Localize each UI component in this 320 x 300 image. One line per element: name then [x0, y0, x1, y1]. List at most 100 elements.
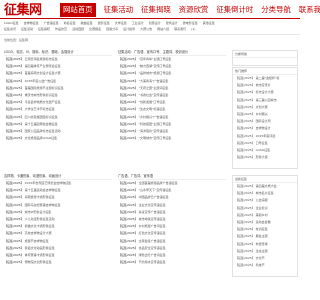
sidebar-item-title[interactable]: 运动会会徽 — [256, 220, 271, 224]
list-item-title[interactable]: "山水甲天下"宣传语征集 — [139, 188, 172, 192]
sidebar-item-title[interactable]: 企业标识 — [256, 206, 268, 210]
list-item-title[interactable]: 旅游节吉祥物征集 — [25, 239, 49, 243]
sidebar-item-title[interactable]: 科技节 — [256, 263, 265, 267]
subnav-link[interactable]: 网站介绍 — [157, 27, 169, 32]
list-item-title[interactable]: 第四届体育产业博览会征集 — [25, 64, 61, 68]
list-item[interactable]: 【征集2025】少儿动漫形象征集活动 — [4, 216, 112, 223]
list-item-title[interactable]: "百年商埠"主题口号征集 — [139, 57, 172, 61]
list-item-title[interactable]: "书香社会"宣传语征集 — [139, 93, 169, 97]
nav-item-countdown[interactable]: 征集倒计时 — [216, 3, 253, 17]
list-item[interactable]: 【征集2025】"乡村振兴"广告语征集 — [118, 114, 226, 121]
list-item-title[interactable]: 国际马拉松赛事吉祥物征集 — [25, 203, 61, 207]
list-item-title[interactable]: 大学生艺术节标志征集 — [25, 107, 55, 111]
list-item-title[interactable]: 海南旅游卡通形象征集 — [25, 195, 55, 199]
list-item-title[interactable]: "乡村振兴"广告语征集 — [139, 115, 169, 119]
subnav-link[interactable]: 设计指导 — [123, 27, 135, 32]
sidebar-item-title[interactable]: 生态主题 — [256, 249, 268, 253]
list-item[interactable]: 【征集2025】绿色出行广告词征集 — [118, 252, 226, 259]
list-item-title[interactable]: "大美青海"广告语征集 — [139, 79, 169, 83]
subnav-link[interactable]: 征集揭晓 — [38, 27, 50, 32]
nav-item-results[interactable]: 征集揭晓 — [141, 3, 171, 17]
list-item-title[interactable]: 第十五届园博会会徽征集 — [25, 122, 58, 126]
sidebar-item-title[interactable]: 美丽乡村 — [256, 213, 268, 217]
list-item[interactable]: 【征集2025】2025年度公益广告征集 — [4, 78, 112, 85]
list-item[interactable]: 【征集2025】国际马拉松赛事吉祥物征集 — [4, 202, 112, 209]
list-item[interactable]: 【征集2025】节约用水宣传语征集 — [118, 259, 226, 266]
list-item-title[interactable]: 禁毒宣传广告语征集 — [139, 210, 166, 214]
subnav-link[interactable]: 征集活动 — [21, 27, 33, 32]
list-item-title[interactable]: "文明城市"宣传口号征集 — [139, 136, 172, 140]
list-item[interactable]: 【征集2025】云南普洱县旅游标志征集 — [4, 56, 112, 63]
sidebar-item[interactable]: 【征集2025】企业标识 — [233, 205, 297, 212]
list-item-title[interactable]: 城市IP形象设计征集 — [25, 210, 52, 214]
subnav-link[interactable]: 微电影征集 — [183, 21, 198, 26]
sidebar-item[interactable]: 【征集2025】生态主题 — [233, 248, 297, 255]
list-item[interactable]: 【征集2025】第四届体育产业博览会征集 — [4, 63, 112, 70]
list-item[interactable]: 【征集2025】文化旅游品牌LOGO征集 — [4, 135, 112, 142]
sidebar-item[interactable]: 【征集2025】标志设计大赛 — [233, 89, 297, 96]
list-item[interactable]: 【征集2025】企业文化宣传语征集 — [118, 202, 226, 209]
subnav-link[interactable]: 其他征集 — [203, 21, 215, 26]
nav-item-contact[interactable]: 联系我们 — [299, 3, 320, 17]
list-item-title[interactable]: 食品安全宣传语征集 — [139, 246, 166, 250]
list-item[interactable]: 【征集2025】"魅力西湖"宣传口号征集 — [118, 63, 226, 70]
list-item-title[interactable]: 2025年度公益广告征集 — [25, 79, 57, 83]
sidebar-item-title[interactable]: 吉祥物设计 — [256, 126, 271, 130]
list-item[interactable]: 【征集2025】"天府之国"主题词征集 — [118, 85, 226, 92]
nav-item-categories[interactable]: 分类导航 — [261, 3, 291, 17]
sidebar-item-title[interactable]: 展会主题 — [256, 234, 268, 238]
subnav-link[interactable]: 大赛公告 — [140, 27, 152, 32]
sidebar-item[interactable]: 【征集2025】城市宣传片 — [233, 82, 297, 89]
sidebar-item-title[interactable]: 标志设计大赛 — [256, 90, 274, 94]
list-item-title[interactable]: 节约用水宣传语征集 — [139, 260, 166, 264]
list-item-title[interactable]: "海洋强省"宣传语征集 — [139, 129, 169, 133]
site-logo[interactable]: 征集网 — [4, 3, 59, 19]
sidebar-item-title[interactable]: 乡村振兴 — [256, 112, 268, 116]
subnav-link[interactable]: 工业设计 — [132, 21, 144, 26]
subnav-link[interactable]: 比赛报名 — [89, 27, 101, 32]
list-item[interactable]: 【征集2025】高校吉祥物设计大赛 — [4, 230, 112, 237]
subnav-link[interactable]: 建筑设计 — [166, 21, 178, 26]
sidebar-item-title[interactable]: LOGO征集 — [256, 148, 271, 152]
list-item[interactable]: 【征集2025】博物馆文创形象征集 — [4, 259, 112, 266]
list-item-title[interactable]: 高校吉祥物设计大赛 — [25, 231, 52, 235]
subnav-link[interactable]: 命名征集 — [64, 21, 76, 26]
list-item-title[interactable]: 企业文化宣传语征集 — [139, 203, 166, 207]
sidebar-item[interactable]: 【征集2025】城市名片征集 — [233, 190, 297, 197]
nav-item-gallery[interactable]: 资源欣赏 — [179, 3, 209, 17]
subnav-link[interactable]: 创意设计 — [149, 21, 161, 26]
list-item[interactable]: 【征集2025】"大美青海"广告语征集 — [118, 78, 226, 85]
list-item[interactable]: 【征集2025】首届海南文创设计征集大赛 — [4, 70, 112, 77]
sidebar-item-title[interactable]: 第三届公园城市 — [256, 98, 277, 102]
list-item[interactable]: 【征集2025】中国品牌日广告语征集 — [118, 194, 226, 201]
subnav-link[interactable]: 广告语征集 — [44, 21, 59, 26]
list-item-title[interactable]: "天府之国"主题词征集 — [139, 86, 169, 90]
list-item[interactable]: 【征集2025】红色文化宣传语征集 — [118, 230, 226, 237]
list-item[interactable]: 【征集2025】旅游节吉祥物征集 — [4, 238, 112, 245]
subnav-link[interactable]: 作品欣赏 — [55, 27, 67, 32]
sidebar-item-title[interactable]: 第二届"金桂杯"奖 — [256, 76, 280, 80]
sidebar-item[interactable]: 【征集2025】吉祥物设计 — [233, 125, 297, 132]
list-item[interactable]: 【征集2025】第十五届园博会会徽征集 — [4, 121, 112, 128]
list-item[interactable]: 【征集2025】首届国际旅游节主题标识征集 — [4, 85, 112, 92]
sidebar-item[interactable]: 【征集2025】校训征集 — [233, 226, 297, 233]
sidebar-item[interactable]: 【征集2025】科技节 — [233, 262, 297, 269]
list-item[interactable]: 【征集2025】全民健身广告语征集 — [118, 238, 226, 245]
list-item[interactable]: 【征集2025】"海洋强省"宣传语征集 — [118, 128, 226, 135]
subnav-link[interactable]: (1) — [191, 27, 195, 32]
sidebar-item-title[interactable]: 文创大赛 — [256, 105, 268, 109]
sidebar-item[interactable]: 【征集2025】展会主题 — [233, 233, 297, 240]
sidebar-item[interactable]: 【征集2025】非遗传承 — [233, 241, 297, 248]
subnav-link[interactable]: 征集资讯 — [4, 27, 16, 32]
list-item-title[interactable]: 体育赛事卡通形象征集 — [25, 253, 55, 257]
sidebar-item-title[interactable]: 国际设计周 — [256, 119, 271, 123]
list-item-title[interactable]: 中国品牌日广告语征集 — [139, 195, 169, 199]
list-item[interactable]: 【征集2025】2025年世界园艺博览会吉祥物征集 — [4, 180, 112, 187]
list-item[interactable]: 【征集2025】城市IP形象设计征集 — [4, 209, 112, 216]
list-item-title[interactable]: 红色文化宣传语征集 — [139, 231, 166, 235]
list-item-title[interactable]: 2025年世界园艺博览会吉祥物征集 — [25, 181, 72, 185]
sidebar-item-title[interactable]: 非遗传承 — [256, 242, 268, 246]
sidebar-item[interactable]: 【征集2025】国际设计周 — [233, 118, 297, 125]
nav-item-activities[interactable]: 征集活动 — [104, 3, 134, 17]
list-item-title[interactable]: 城市地铁宣传语征集 — [139, 217, 166, 221]
